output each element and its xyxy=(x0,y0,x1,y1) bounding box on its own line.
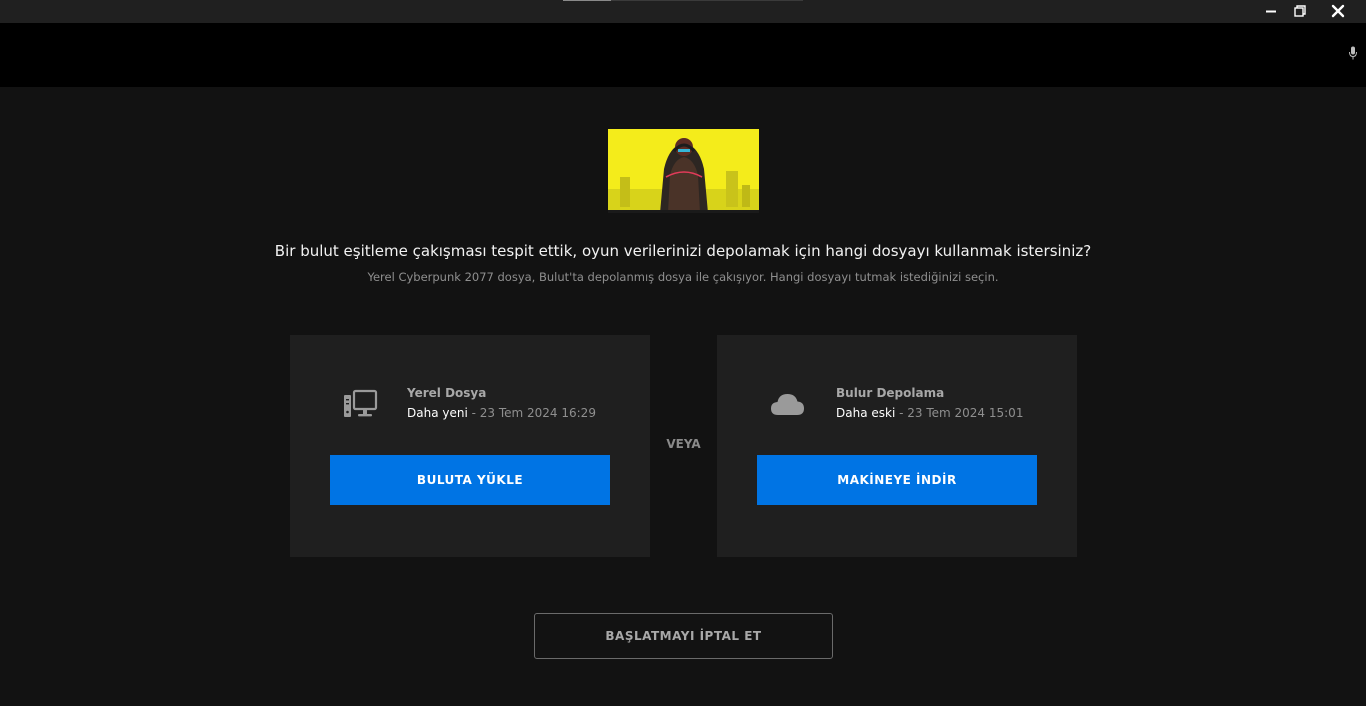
minimize-icon xyxy=(1266,10,1276,13)
cloud-storage-meta: Daha eski - 23 Tem 2024 15:01 xyxy=(836,406,1023,420)
local-file-date: - 23 Tem 2024 16:29 xyxy=(467,406,596,420)
titlebar-tab-indicator xyxy=(563,0,611,1)
local-file-card: Yerel Dosya Daha yeni - 23 Tem 2024 16:2… xyxy=(290,335,650,557)
cloud-icon xyxy=(771,394,804,415)
close-button[interactable] xyxy=(1327,2,1349,20)
conflict-headline: Bir bulut eşitleme çakışması tespit etti… xyxy=(274,242,1092,260)
window-titlebar xyxy=(0,0,1366,23)
cloud-storage-status: Daha eski xyxy=(836,406,896,420)
conflict-description: Yerel Cyberpunk 2077 dosya, Bulut'ta dep… xyxy=(367,270,999,284)
game-cover-art xyxy=(608,129,759,213)
upload-to-cloud-button[interactable]: BULUTA YÜKLE xyxy=(330,455,610,505)
cloud-storage-card: Bulur Depolama Daha eski - 23 Tem 2024 1… xyxy=(717,335,1077,557)
cloud-storage-title: Bulur Depolama xyxy=(836,386,945,400)
local-file-title: Yerel Dosya xyxy=(407,386,487,400)
download-to-machine-button[interactable]: MAKİNEYE İNDİR xyxy=(757,455,1037,505)
restore-icon xyxy=(1294,5,1306,17)
local-file-status: Daha yeni xyxy=(407,406,468,420)
local-file-meta: Daha yeni - 23 Tem 2024 16:29 xyxy=(407,406,596,420)
minimize-button[interactable] xyxy=(1260,2,1282,20)
cloud-storage-date: - 23 Tem 2024 15:01 xyxy=(895,406,1024,420)
or-separator: VEYA xyxy=(666,437,701,451)
restore-button[interactable] xyxy=(1289,2,1311,20)
desktop-computer-icon xyxy=(344,389,378,417)
microphone-icon[interactable] xyxy=(1348,46,1358,60)
cancel-launch-button[interactable]: BAŞLATMAYI İPTAL ET xyxy=(534,613,833,659)
close-icon xyxy=(1331,4,1345,18)
header-band xyxy=(0,23,1366,87)
